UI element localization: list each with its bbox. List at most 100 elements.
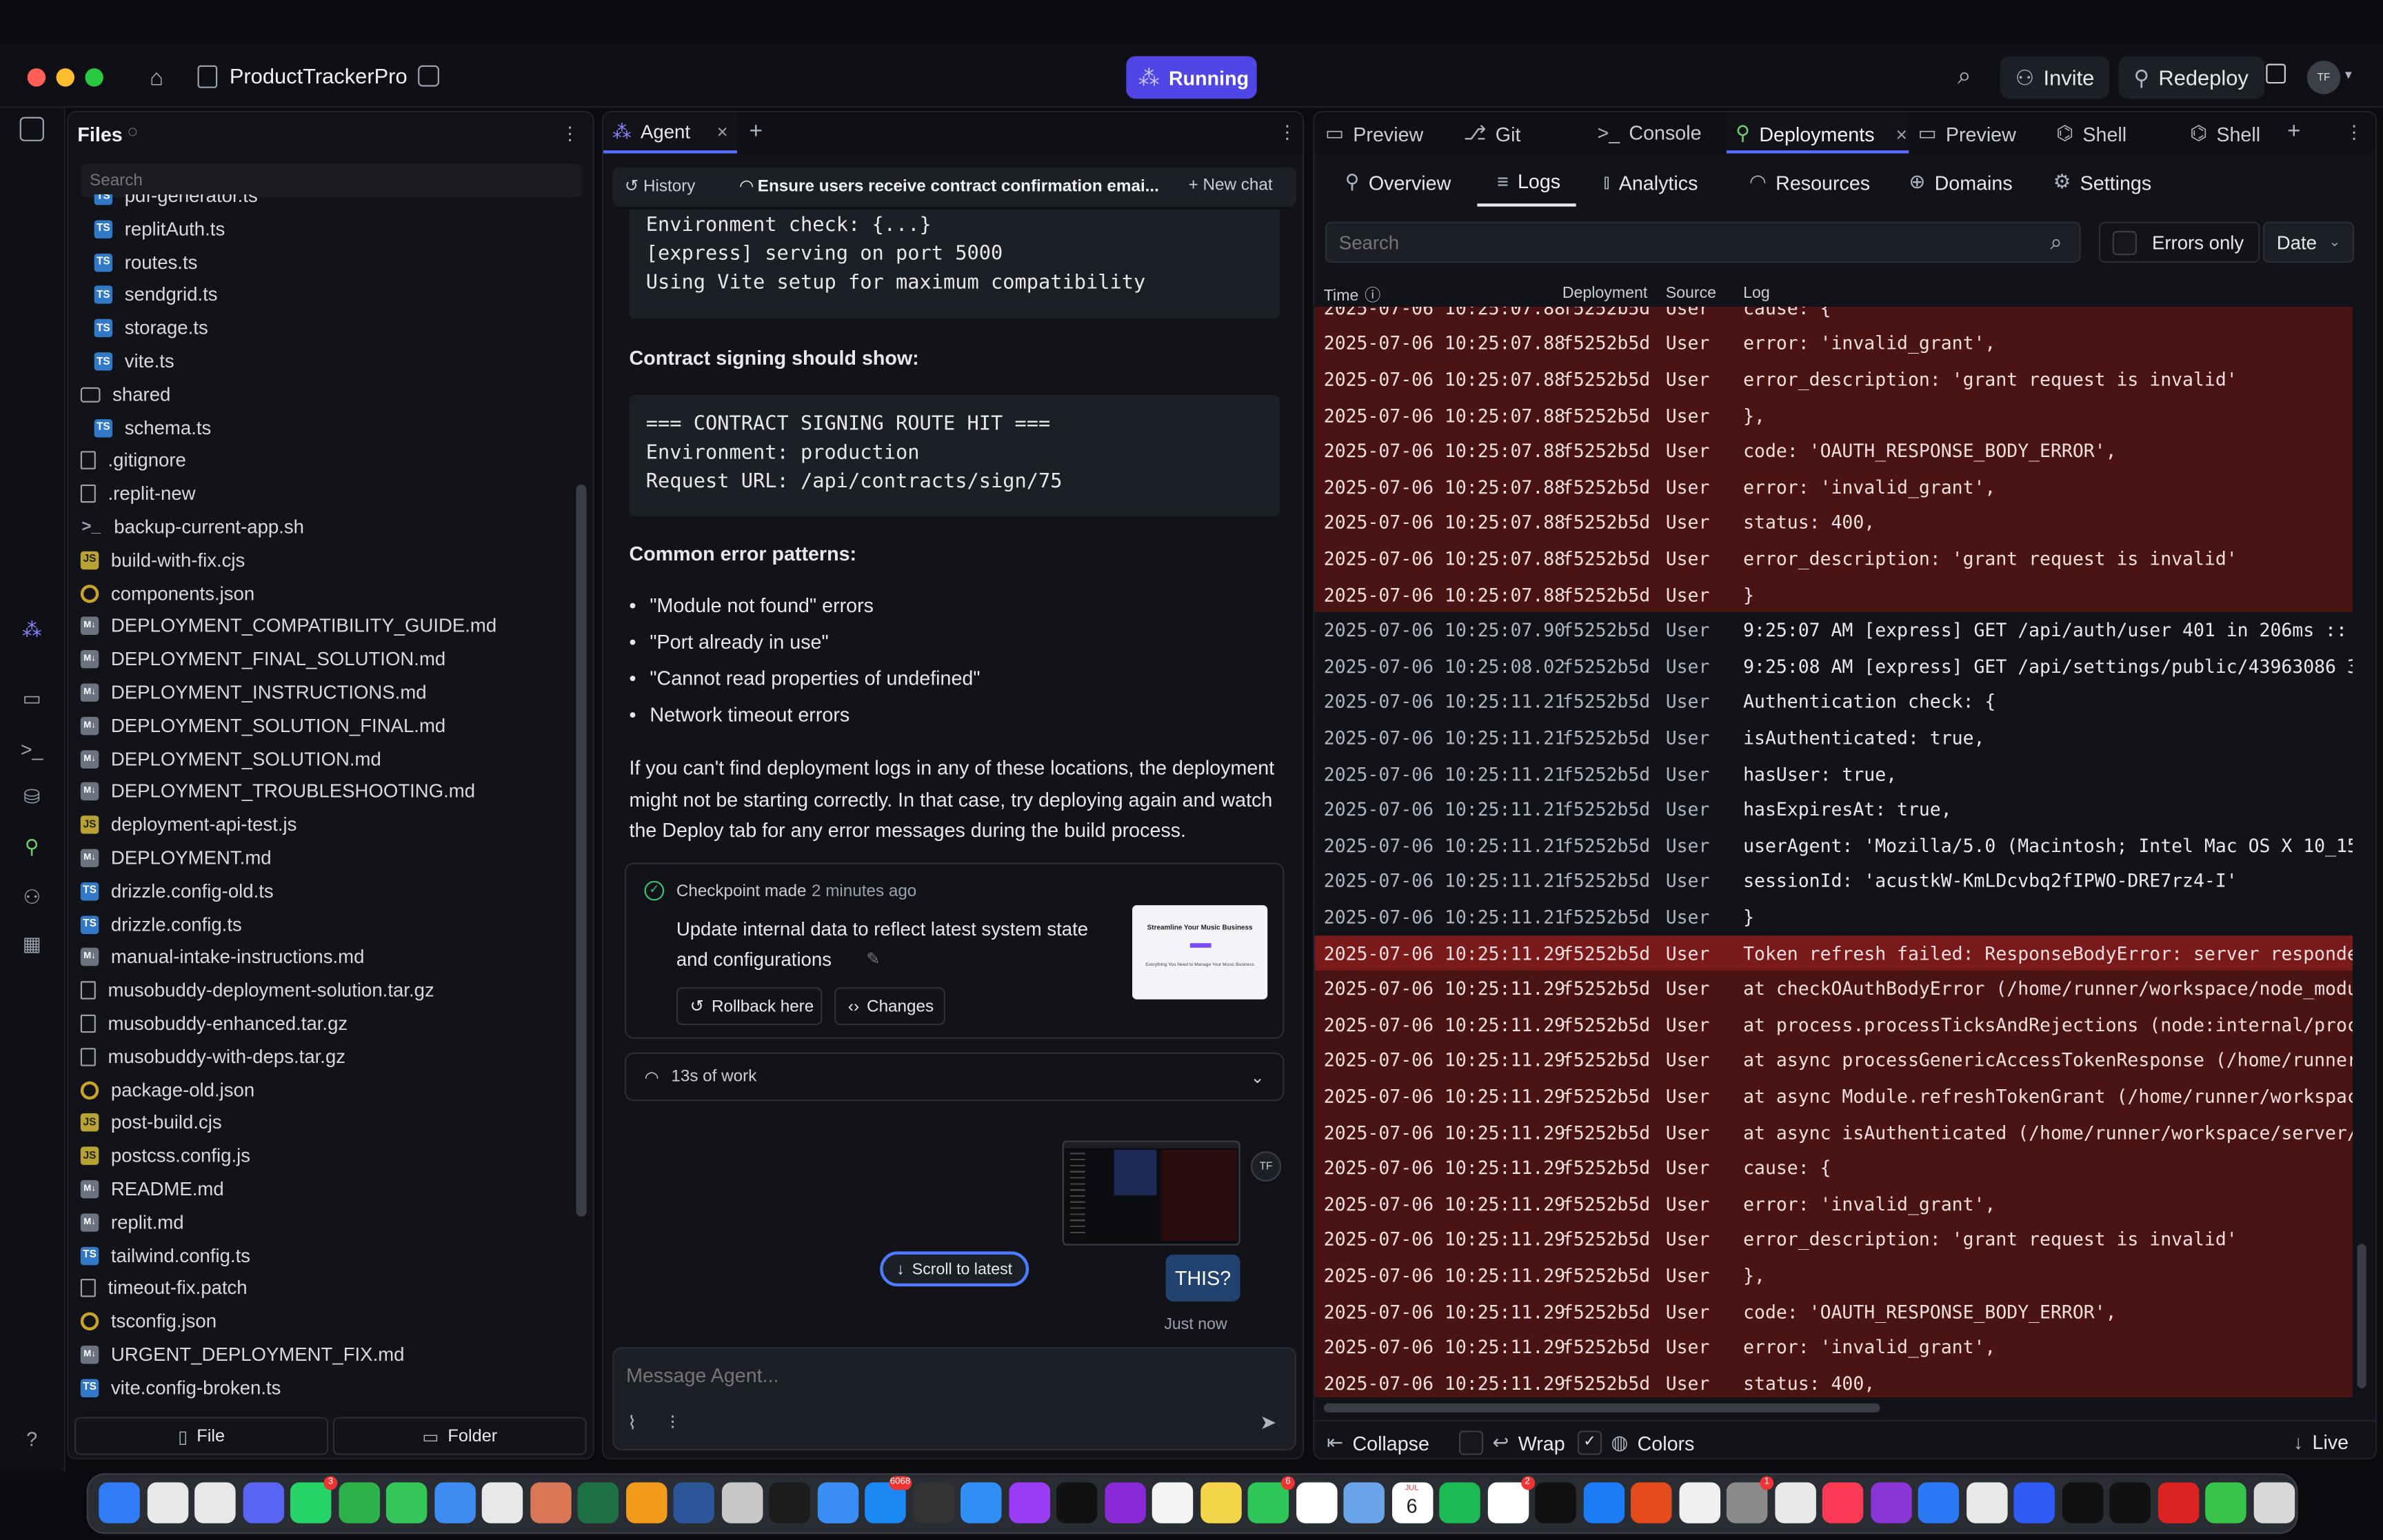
launchpad-icon[interactable] — [146, 1482, 188, 1523]
add-tab-icon[interactable]: + — [750, 119, 763, 144]
photos-icon[interactable] — [1152, 1482, 1194, 1523]
file-tree-item[interactable]: musobuddy-enhanced.tar.gz — [80, 1007, 348, 1040]
errors-only-checkbox[interactable] — [2112, 230, 2137, 255]
new-folder-button[interactable]: ▭ Folder — [332, 1417, 587, 1455]
close-icon[interactable]: × — [717, 121, 728, 142]
djay-icon[interactable] — [2109, 1482, 2151, 1523]
log-row[interactable]: 2025-07-06 10:25:07.88 f5252b5d User cause:… — [1314, 307, 2353, 326]
app-store-icon[interactable]: 6068 — [865, 1476, 912, 1523]
log-row[interactable]: 2025-07-06 10:25:11.21 f5252b5d User hasUse… — [1314, 756, 2353, 792]
log-row[interactable]: 2025-07-06 10:25:11.29 f5252b5d User}, — [1314, 1257, 2353, 1294]
tab-git[interactable]: ⎇ Git — [1464, 121, 1521, 145]
chat-scroll[interactable]: Environment check: {...} [express] servi… — [603, 210, 1303, 1333]
rollback-button[interactable]: ↺ Rollback here — [676, 987, 823, 1026]
file-tree-item[interactable]: package-old.json — [80, 1073, 254, 1106]
live-toggle[interactable]: ↓ Live — [2293, 1430, 2349, 1453]
activity-monitor-icon[interactable] — [1678, 1482, 1720, 1523]
more-options-icon[interactable]: ⋮ — [561, 123, 579, 144]
screenshot-attachment[interactable] — [1062, 1140, 1240, 1246]
log-row[interactable]: 2025-07-06 10:25:07.90 f5252b5d User 9:25:0… — [1314, 612, 2353, 649]
workspace-switch-icon[interactable] — [418, 65, 439, 87]
numbers-icon[interactable] — [338, 1482, 379, 1523]
invite-button[interactable]: ⚇ Invite — [2000, 56, 2110, 99]
more-options-icon[interactable]: ⋮ — [1278, 121, 1296, 143]
files-scrollbar[interactable] — [576, 484, 587, 1217]
log-row[interactable]: 2025-07-06 10:25:07.88 f5252b5d User code: … — [1314, 433, 2353, 469]
tab-agent[interactable]: ⁂ Agent × — [603, 112, 737, 154]
toggle-sidebar-icon[interactable] — [19, 116, 44, 141]
file-tree-item[interactable]: .gitignore — [80, 444, 186, 477]
excel-icon[interactable] — [577, 1482, 619, 1523]
run-status-button[interactable]: ⁂ Running — [1126, 56, 1257, 99]
subtab-domains[interactable]: ⊕ Domains — [1909, 170, 2012, 194]
log-row[interactable]: 2025-07-06 10:25:07.88 f5252b5d User} — [1314, 576, 2353, 613]
file-tree-item[interactable]: JS deployment-api-test.js — [80, 809, 296, 842]
log-row[interactable]: 2025-07-06 10:25:11.21 f5252b5d User isAuth… — [1314, 720, 2353, 756]
file-tree-item[interactable]: TS schema.ts — [94, 411, 211, 444]
search-icon[interactable]: ⌕ — [1958, 64, 1971, 92]
music-icon[interactable] — [1822, 1482, 1864, 1523]
log-row[interactable]: 2025-07-06 10:25:11.29 f5252b5d User Token … — [1314, 935, 2353, 971]
colors-checkbox[interactable]: ✓ — [1577, 1430, 1602, 1455]
file-tree-item[interactable]: TS storage.ts — [94, 312, 208, 345]
subtab-resources[interactable]: ◠ Resources — [1749, 170, 1870, 194]
errors-only-toggle[interactable]: Errors only — [2098, 221, 2260, 263]
file-tree-item[interactable]: TS vite.config-broken.ts — [80, 1371, 281, 1404]
notes-icon[interactable] — [1200, 1482, 1241, 1523]
log-row[interactable]: 2025-07-06 10:25:11.29 f5252b5d User cause:… — [1314, 1150, 2353, 1186]
close-icon[interactable]: × — [1896, 122, 1907, 145]
file-tree-item[interactable]: M↓ DEPLOYMENT_INSTRUCTIONS.md — [80, 676, 427, 709]
file-tree-item[interactable]: components.json — [80, 576, 254, 609]
final-cut-icon[interactable] — [912, 1482, 954, 1523]
new-chat-button[interactable]: + New chat — [1189, 176, 1273, 194]
disk-utility-icon[interactable] — [721, 1482, 763, 1523]
file-tree-item[interactable]: M↓ DEPLOYMENT_SOLUTION.md — [80, 742, 381, 775]
wrap-toggle[interactable]: ↩ Wrap — [1458, 1430, 1565, 1455]
terminal-icon[interactable]: >_ — [17, 733, 47, 764]
trash-icon[interactable] — [2253, 1482, 2295, 1523]
acrobat-icon[interactable] — [2157, 1482, 2199, 1523]
file-tree-item[interactable]: .replit-new — [80, 477, 196, 510]
database-icon[interactable]: ⛁ — [17, 782, 47, 813]
log-row[interactable]: 2025-07-06 10:25:07.88 f5252b5d User error:… — [1314, 469, 2353, 505]
home-icon[interactable]: ⌂ — [143, 64, 170, 92]
tab-console[interactable]: >_ Console — [1598, 121, 1702, 144]
file-tree-item[interactable]: TS sendgrid.ts — [94, 278, 218, 312]
work-summary-toggle[interactable]: ◠ 13s of work ⌄ — [624, 1052, 1285, 1102]
minimize-window-button[interactable] — [56, 68, 75, 87]
log-row[interactable]: 2025-07-06 10:25:11.29 f5252b5d User error:… — [1314, 1186, 2353, 1222]
log-row[interactable]: 2025-07-06 10:25:07.88 f5252b5d User error_… — [1314, 540, 2353, 577]
discord-icon[interactable] — [242, 1482, 284, 1523]
changes-button[interactable]: ‹› Changes — [834, 987, 945, 1026]
tr-icon[interactable] — [1056, 1482, 1098, 1523]
terminal-icon[interactable] — [769, 1482, 810, 1523]
log-row[interactable]: 2025-07-06 10:25:11.29 f5252b5d User error:… — [1314, 1329, 2353, 1366]
logs-search-input[interactable] — [1325, 221, 2081, 263]
close-window-button[interactable] — [27, 68, 46, 87]
message-input[interactable] — [620, 1357, 1228, 1392]
paperclip-icon[interactable]: ⌇ — [627, 1412, 636, 1434]
file-tree-item[interactable]: M↓ DEPLOYMENT_COMPATIBILITY_GUIDE.md — [80, 609, 496, 642]
zoom-window-button[interactable] — [85, 68, 103, 87]
green-app-icon[interactable] — [2205, 1482, 2246, 1523]
file-tree-item[interactable]: musobuddy-with-deps.tar.gz — [80, 1040, 345, 1073]
spotify-icon[interactable] — [1439, 1482, 1480, 1523]
file-tree-item[interactable]: TS routes.ts — [94, 245, 197, 278]
mail-icon[interactable] — [816, 1482, 858, 1523]
log-row[interactable]: 2025-07-06 10:25:07.88 f5252b5d User error:… — [1314, 325, 2353, 362]
messenger-icon[interactable] — [1918, 1482, 1960, 1523]
log-table[interactable]: 2025-07-06 10:25:07.88 f5252b5d User cause:… — [1314, 307, 2353, 1397]
log-row[interactable]: 2025-07-06 10:25:11.29 f5252b5d User at asy… — [1314, 1114, 2353, 1151]
chrome-icon[interactable] — [194, 1482, 236, 1523]
help-icon[interactable]: ? — [17, 1423, 47, 1453]
file-tree-item[interactable]: musobuddy-deployment-solution.tar.gz — [80, 974, 434, 1007]
file-tree-item[interactable]: TS tailwind.config.ts — [80, 1239, 250, 1272]
chatgpt-icon[interactable] — [481, 1482, 523, 1523]
whatsapp-icon[interactable]: 3 — [290, 1476, 338, 1523]
file-tree-item[interactable]: JS postcss.config.js — [80, 1139, 250, 1173]
preview-icon[interactable] — [1343, 1482, 1385, 1523]
logs-horizontal-scrollbar[interactable] — [1323, 1403, 1880, 1412]
file-tree-item[interactable]: JS build-with-fix.cjs — [80, 543, 245, 576]
subtab-logs[interactable]: ≡ Logs — [1497, 170, 1560, 193]
file-tree-item[interactable]: TS vite.ts — [94, 345, 174, 378]
